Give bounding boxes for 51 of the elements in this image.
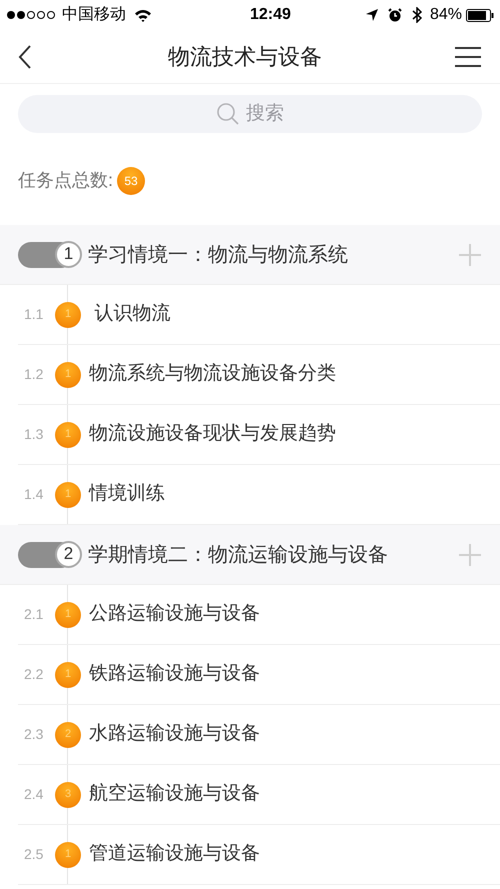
task-count-badge: 1 (55, 422, 81, 448)
location-arrow-icon (366, 9, 378, 21)
lesson-item[interactable]: 2.5 1 管道运输设施与设备 (18, 825, 500, 885)
task-count-badge: 1 (55, 842, 81, 868)
task-count-badge: 2 (55, 722, 81, 748)
bluetooth-icon (412, 7, 422, 23)
lesson-item[interactable]: 1.1 1 认识物流 (18, 285, 500, 345)
wifi-icon (134, 8, 152, 22)
lesson-item[interactable]: 2.1 1 公路运输设施与设备 (18, 585, 500, 645)
task-count-badge: 1 (55, 482, 81, 508)
task-count-badge: 1 (55, 662, 81, 688)
item-title: 物流系统与物流设施设备分类 (89, 362, 336, 386)
section-title: 学习情境一：物流与物流系统 (88, 242, 349, 268)
lesson-item[interactable]: 2.4 3 航空运输设施与设备 (18, 765, 500, 825)
carrier-name: 中国移动 (62, 4, 126, 25)
task-total-badge: 53 (117, 166, 146, 194)
search-field[interactable]: 搜索 (18, 95, 482, 133)
task-total-label: 任务点总数: (18, 169, 114, 192)
item-index: 2.1 (23, 605, 44, 624)
item-index: 2.2 (23, 665, 44, 684)
item-index: 1.2 (23, 365, 44, 384)
battery-icon (466, 8, 494, 22)
item-index: 2.3 (23, 725, 44, 744)
item-index: 2.4 (23, 785, 44, 804)
task-count-badge: 1 (55, 302, 81, 328)
task-count-badge: 1 (55, 602, 81, 628)
alarm-clock-icon (388, 8, 402, 22)
item-index: 1.3 (23, 425, 44, 444)
item-title: 铁路运输设施与设备 (89, 662, 260, 686)
item-title: 认识物流 (93, 302, 170, 326)
lesson-item[interactable]: 1.2 1 物流系统与物流设施设备分类 (18, 345, 500, 405)
section-title: 学期情境二：物流运输设施与设备 (88, 542, 389, 568)
task-count-badge: 1 (55, 362, 81, 388)
item-index: 1.1 (23, 305, 44, 324)
item-title: 公路运输设施与设备 (89, 602, 260, 626)
search-icon (216, 102, 240, 126)
page-title: 物流技术与设备 (168, 43, 322, 71)
item-index: 1.4 (23, 485, 44, 504)
item-title: 情境训练 (89, 482, 165, 506)
lesson-item[interactable]: 2.3 2 水路运输设施与设备 (18, 705, 500, 765)
item-title: 航空运输设施与设备 (89, 782, 260, 806)
battery-percentage: 84% (430, 5, 462, 25)
item-title: 管道运输设施与设备 (89, 842, 260, 866)
item-title: 物流设施设备现状与发展趋势 (89, 422, 336, 446)
lesson-item[interactable]: 2.2 1 铁路运输设施与设备 (18, 645, 500, 705)
clock-time: 12:49 (250, 5, 291, 25)
task-count-badge: 3 (55, 782, 81, 808)
lesson-item[interactable]: 1.3 1 物流设施设备现状与发展趋势 (18, 405, 500, 465)
item-index: 2.5 (23, 845, 44, 864)
menu-button[interactable] (454, 46, 482, 68)
item-title: 水路运输设施与设备 (89, 722, 260, 746)
